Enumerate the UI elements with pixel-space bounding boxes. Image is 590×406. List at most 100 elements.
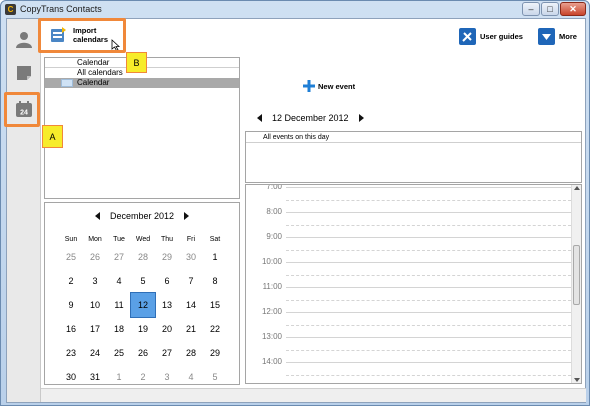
half-hour-gridline <box>286 374 571 376</box>
all-day-events-panel: All events on this day <box>245 131 582 183</box>
day-cell[interactable]: 5 <box>203 365 227 389</box>
new-event-button[interactable]: New event <box>303 80 355 92</box>
hour-gridline <box>286 362 571 363</box>
day-cell[interactable]: 22 <box>203 317 227 341</box>
maximize-button[interactable]: □ <box>541 2 559 16</box>
next-day-button[interactable] <box>358 114 364 122</box>
half-hour-gridline <box>286 199 571 201</box>
day-cell[interactable]: 4 <box>107 269 131 293</box>
half-hour-gridline <box>286 299 571 301</box>
day-cell[interactable]: 27 <box>155 341 179 365</box>
time-label: 8:00 <box>266 207 282 216</box>
calendar-list-panel: Calendar All calendars Calendar <box>44 57 240 199</box>
more-dropdown-icon <box>538 28 555 45</box>
callout-a: A <box>42 125 63 148</box>
import-highlight-box <box>38 18 126 53</box>
weekday-label: Sun <box>64 235 78 243</box>
scroll-down-arrow-icon[interactable] <box>574 378 580 382</box>
day-cell[interactable]: 26 <box>131 341 155 365</box>
scroll-up-arrow-icon[interactable] <box>574 186 580 190</box>
title-bar: C CopyTrans Contacts – □ ✕ <box>1 1 590 18</box>
scroll-thumb[interactable] <box>573 245 580 305</box>
day-timeline[interactable]: 7:00 8:00 9:00 10:00 11:00 12:00 13:00 14:00 15:… <box>245 184 582 384</box>
day-cell[interactable]: 26 <box>83 245 107 269</box>
hour-gridline <box>286 287 571 288</box>
calendar-color-swatch <box>61 79 73 87</box>
day-cell[interactable]: 27 <box>107 245 131 269</box>
list-item-label: All calendars <box>77 68 123 77</box>
day-navigation: 12 December 2012 <box>245 113 581 123</box>
day-cell[interactable]: 17 <box>83 317 107 341</box>
day-cell[interactable]: 12 <box>130 292 156 318</box>
day-cell[interactable]: 2 <box>131 365 155 389</box>
more-button[interactable]: More <box>538 28 577 45</box>
day-cell[interactable]: 9 <box>59 293 83 317</box>
timeline-scrollbar[interactable] <box>571 185 581 383</box>
prev-month-button[interactable] <box>94 212 100 220</box>
weekday-label: Mon <box>88 235 102 243</box>
day-cell[interactable]: 1 <box>203 245 227 269</box>
day-cell[interactable]: 8 <box>203 269 227 293</box>
day-cell[interactable]: 7 <box>179 269 203 293</box>
day-cell[interactable]: 24 <box>83 341 107 365</box>
day-cell[interactable]: 25 <box>107 341 131 365</box>
day-cell[interactable]: 13 <box>155 293 179 317</box>
day-cell[interactable]: 2 <box>59 269 83 293</box>
day-cell[interactable]: 21 <box>179 317 203 341</box>
day-cell[interactable]: 19 <box>131 317 155 341</box>
tools-icon <box>459 28 476 45</box>
day-cell[interactable]: 3 <box>155 365 179 389</box>
day-cell[interactable]: 31 <box>83 365 107 389</box>
day-cell[interactable]: 18 <box>107 317 131 341</box>
day-cell[interactable]: 5 <box>131 269 155 293</box>
hour-gridline <box>286 262 571 263</box>
day-label: 12 December 2012 <box>272 113 349 123</box>
day-cell[interactable]: 28 <box>131 245 155 269</box>
contacts-nav-button[interactable] <box>12 27 36 51</box>
day-cell[interactable]: 16 <box>59 317 83 341</box>
day-cell[interactable]: 1 <box>107 365 131 389</box>
calendar-highlight-box <box>4 92 40 127</box>
time-label: 13:00 <box>261 332 282 341</box>
day-cell[interactable]: 30 <box>179 245 203 269</box>
prev-day-button[interactable] <box>257 114 262 122</box>
hour-gridline <box>286 212 571 213</box>
hour-gridline <box>286 237 571 238</box>
day-cell[interactable]: 20 <box>155 317 179 341</box>
day-cell[interactable]: 14 <box>179 293 203 317</box>
day-cell[interactable]: 29 <box>203 341 227 365</box>
day-cell[interactable]: 4 <box>179 365 203 389</box>
day-cell[interactable]: 11 <box>107 293 131 317</box>
more-label: More <box>559 32 577 41</box>
month-label: December 2012 <box>109 211 175 221</box>
weekday-label: Sat <box>209 235 221 243</box>
day-cell[interactable]: 29 <box>155 245 179 269</box>
day-cell[interactable]: 10 <box>83 293 107 317</box>
close-button[interactable]: ✕ <box>560 2 586 16</box>
person-icon <box>16 32 32 48</box>
user-guides-button[interactable]: User guides <box>459 28 523 45</box>
day-cell[interactable]: 6 <box>155 269 179 293</box>
day-cell[interactable]: 23 <box>59 341 83 365</box>
status-bar <box>41 388 586 402</box>
window-title: CopyTrans Contacts <box>20 4 102 14</box>
weekday-label: Wed <box>135 235 151 243</box>
list-item-calendar[interactable]: Calendar <box>45 78 239 88</box>
time-label: 10:00 <box>261 257 282 266</box>
time-label: 9:00 <box>266 232 282 241</box>
day-cell[interactable]: 28 <box>179 341 203 365</box>
notes-nav-button[interactable] <box>12 61 36 85</box>
day-cell[interactable]: 3 <box>83 269 107 293</box>
hour-gridline <box>286 312 571 313</box>
weekday-label: Tue <box>113 235 125 243</box>
day-cell[interactable]: 25 <box>59 245 83 269</box>
day-cell[interactable]: 30 <box>59 365 83 389</box>
month-grid: Sun Mon Tue Wed Thu Fri Sat 25 26 27 28 29 30 1 2 3 4 5 6… <box>59 233 227 389</box>
plus-icon <box>303 80 315 92</box>
day-cell[interactable]: 15 <box>203 293 227 317</box>
next-month-button[interactable] <box>184 212 190 220</box>
minimize-button[interactable]: – <box>522 2 540 16</box>
time-label: 7:00 <box>266 184 282 191</box>
half-hour-gridline <box>286 224 571 226</box>
callout-b: B <box>126 52 147 73</box>
